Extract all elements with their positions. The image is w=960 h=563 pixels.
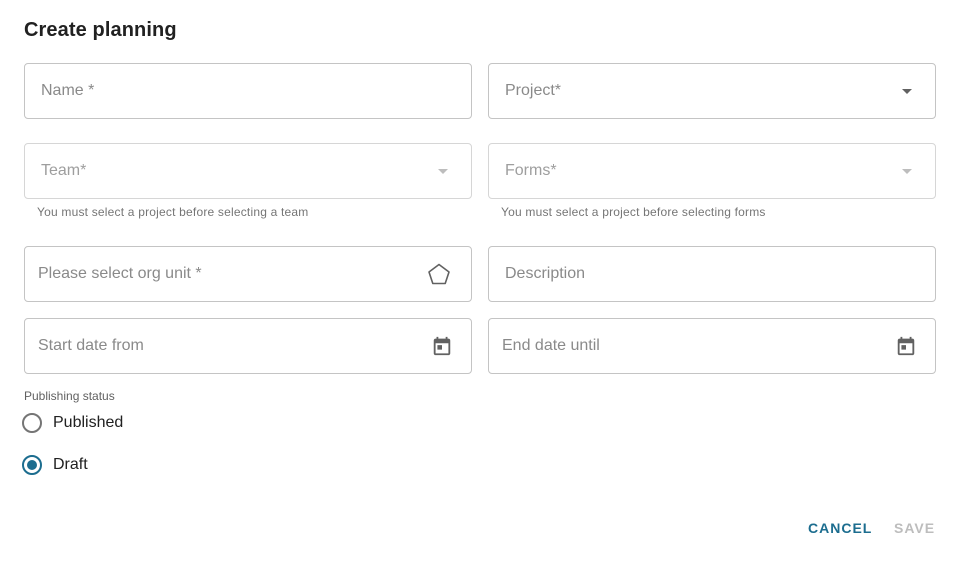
- name-field[interactable]: Name *: [24, 63, 472, 119]
- team-select[interactable]: Team*: [24, 143, 472, 199]
- name-placeholder: Name *: [41, 82, 95, 99]
- org-unit-placeholder: Please select org unit *: [38, 265, 202, 282]
- calendar-icon[interactable]: [430, 334, 454, 358]
- start-date-placeholder: Start date from: [38, 337, 144, 354]
- description-placeholder: Description: [505, 265, 586, 282]
- team-helper-text: You must select a project before selecti…: [37, 205, 309, 219]
- description-field[interactable]: Description: [488, 246, 936, 302]
- start-date-field[interactable]: Start date from: [24, 318, 472, 374]
- forms-helper-text: You must select a project before selecti…: [501, 205, 766, 219]
- chevron-down-icon: [438, 169, 448, 174]
- end-date-field[interactable]: End date until: [488, 318, 936, 374]
- save-button[interactable]: SAVE: [886, 510, 943, 546]
- radio-option-published[interactable]: Published: [22, 413, 123, 433]
- radio-option-draft[interactable]: Draft: [22, 455, 88, 475]
- end-date-placeholder: End date until: [502, 337, 600, 354]
- cancel-button[interactable]: CANCEL: [800, 510, 880, 546]
- chevron-down-icon: [902, 169, 912, 174]
- project-select[interactable]: Project*: [488, 63, 936, 119]
- radio-label: Published: [53, 414, 124, 431]
- dialog-title: Create planning: [24, 19, 177, 41]
- project-placeholder: Project*: [505, 82, 562, 99]
- publishing-status-label: Publishing status: [24, 389, 115, 403]
- create-planning-dialog: Create planning Name * Project* Team* Yo…: [0, 0, 960, 563]
- team-placeholder: Team*: [41, 162, 87, 179]
- radio-label: Draft: [53, 456, 88, 473]
- pentagon-icon[interactable]: [426, 261, 452, 287]
- forms-select[interactable]: Forms*: [488, 143, 936, 199]
- radio-button[interactable]: [22, 455, 42, 475]
- radio-button[interactable]: [22, 413, 42, 433]
- org-unit-field[interactable]: Please select org unit *: [24, 246, 472, 302]
- chevron-down-icon: [902, 89, 912, 94]
- forms-placeholder: Forms*: [505, 162, 557, 179]
- calendar-icon[interactable]: [894, 334, 918, 358]
